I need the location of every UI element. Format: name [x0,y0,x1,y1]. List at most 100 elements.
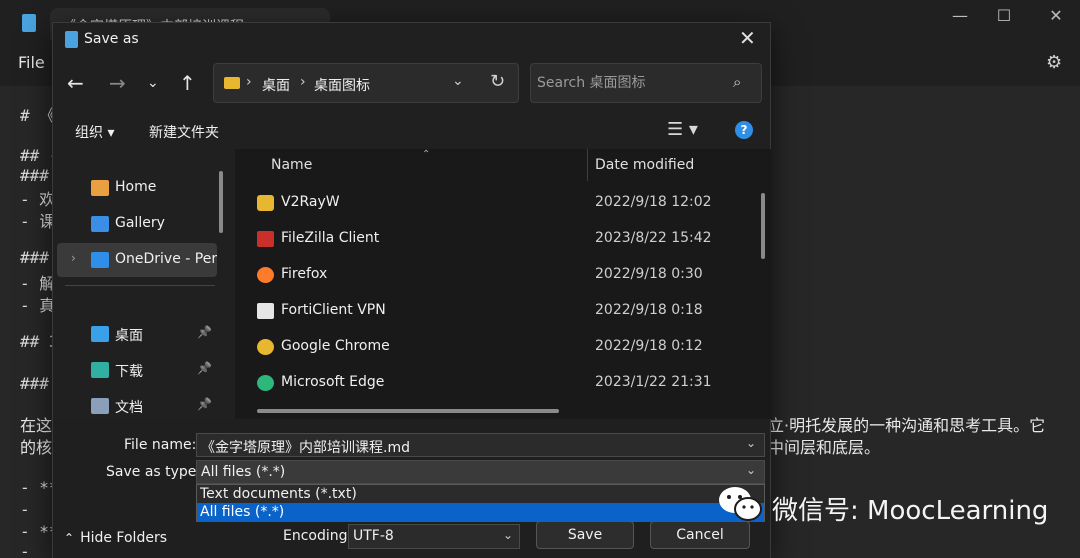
nav-item[interactable]: 下载 📌 [53,353,221,387]
filezilla-icon [257,231,274,247]
nav-item[interactable]: 文档 📌 [53,389,221,419]
editor-line: ### [20,248,49,267]
back-arrow-icon[interactable]: ← [67,71,84,95]
chrome-icon [257,339,274,355]
breadcrumb-desktop-icons[interactable]: 桌面图标 [314,75,370,95]
file-row[interactable]: Google Chrome 2022/9/18 0:12 [235,329,755,365]
breadcrumb-desktop[interactable]: 桌面 [262,75,290,95]
download-icon [91,362,109,378]
desktop-icon [91,326,109,342]
editor-line: - 真 [20,296,56,315]
nav-item-label: 下载 [115,364,143,380]
chevron-up-icon: ⌃ [64,531,75,545]
nav-item-label: Home [115,179,157,195]
editor-line: # 《 [20,106,56,125]
encoding-chevron-icon[interactable]: ⌄ [503,528,513,542]
file-name-chevron-icon[interactable]: ⌄ [746,436,756,450]
nav-item[interactable]: Gallery [53,207,221,241]
file-row[interactable]: Microsoft Edge 2023/1/22 21:31 [235,365,755,401]
save-type-option[interactable]: All files (*.*) [197,503,764,522]
address-history-chevron-icon[interactable]: ⌄ [452,73,464,89]
search-input[interactable] [537,72,727,94]
file-name: Google Chrome [281,338,390,354]
search-box[interactable]: ⌕ [530,63,762,103]
pin-icon[interactable]: 📌 [197,325,212,339]
file-name-value[interactable]: 《金字塔原理》内部培训课程.md [201,440,410,456]
home-icon [91,180,109,196]
save-as-type-label: Save as type: [106,464,202,480]
file-menu[interactable]: File [18,53,45,72]
window-close-icon[interactable]: ✕ [1036,6,1076,28]
up-arrow-icon[interactable]: ↑ [179,71,196,95]
breadcrumb-separator-icon: › [246,74,252,90]
file-name: Firefox [281,266,328,282]
shortcut-file-icon [257,303,274,319]
file-row[interactable]: Firefox 2022/9/18 0:30 [235,257,755,293]
editor-line: - 解 [20,274,56,293]
save-as-type-value: All files (*.*) [201,464,286,480]
notepad-app-icon [22,14,36,32]
nav-item-label: OneDrive - Per [115,251,217,267]
file-row[interactable]: FileZilla Client 2023/8/22 15:42 [235,221,755,257]
forward-arrow-icon[interactable]: → [109,71,126,95]
file-date-modified: 2022/9/18 0:12 [595,338,703,354]
onedrive-icon [91,252,109,268]
documents-icon [91,398,109,414]
file-name: V2RayW [281,194,340,210]
maximize-icon[interactable]: ☐ [984,6,1024,28]
hide-folders-button[interactable]: ⌃ Hide Folders [64,530,167,546]
help-icon[interactable]: ? [735,121,753,139]
editor-line: - [20,542,30,558]
organize-button[interactable]: 组织 ▾ [75,122,114,142]
notepad-small-icon [65,31,78,48]
save-type-option[interactable]: Text documents (*.txt) [197,485,764,504]
minimize-icon[interactable]: — [940,6,980,28]
hide-folders-label: Hide Folders [80,530,167,546]
dialog-titlebar: Save as ✕ [53,23,770,57]
save-as-type-select[interactable]: All files (*.*) ⌄ [196,460,765,484]
file-row[interactable]: FortiClient VPN 2022/9/18 0:18 [235,293,755,329]
encoding-select[interactable]: UTF-8 ⌄ [348,524,520,549]
editor-line: - 欢 [20,190,56,209]
vertical-scrollbar[interactable] [761,193,765,259]
refresh-icon[interactable]: ↻ [490,71,505,92]
view-options-icon[interactable]: ☰ ▾ [667,119,698,140]
nav-item[interactable]: 桌面 📌 [53,317,221,351]
wechat-icon [719,487,762,521]
sort-ascending-icon: ⌃ [422,149,431,160]
encoding-label: Encoding: [283,528,353,544]
pin-icon[interactable]: 📌 [197,397,212,411]
expand-chevron-icon[interactable]: › [71,251,76,265]
file-date-modified: 2023/1/22 21:31 [595,374,712,390]
file-name: FileZilla Client [281,230,380,246]
file-date-modified: 2023/8/22 15:42 [595,230,712,246]
save-as-type-chevron-icon[interactable]: ⌄ [746,463,756,477]
recent-locations-chevron-icon[interactable]: ⌄ [147,75,159,91]
editor-paragraph-right: 立·明托发展的一种沟通和思考工具。它 [768,416,1046,435]
file-list: ⌃ Name Date modified V2RayW 2022/9/18 12:… [235,149,771,419]
search-icon[interactable]: ⌕ [733,73,741,91]
command-bar: 组织 ▾ 新建文件夹 ☰ ▾ ? [53,113,770,149]
file-date-modified: 2022/9/18 12:02 [595,194,712,210]
file-name-field[interactable]: 《金字塔原理》内部培训课程.md ⌄ [196,433,765,457]
column-header-name[interactable]: Name [271,157,312,173]
dialog-close-icon[interactable]: ✕ [739,26,756,50]
dialog-title: Save as [84,31,139,47]
file-name: Microsoft Edge [281,374,385,390]
file-date-modified: 2022/9/18 0:30 [595,266,703,282]
nav-item-label: Gallery [115,215,165,231]
file-row[interactable]: V2RayW 2022/9/18 12:02 [235,185,755,221]
save-button[interactable]: Save [536,521,634,549]
settings-gear-icon[interactable]: ⚙ [1046,52,1062,73]
horizontal-scrollbar[interactable] [257,409,559,413]
new-folder-button[interactable]: 新建文件夹 [149,122,219,142]
column-divider[interactable] [587,149,588,181]
address-bar[interactable]: › 桌面 › 桌面图标 ⌄ ↻ [213,63,519,103]
nav-item[interactable]: › OneDrive - Per [57,243,217,277]
file-name: FortiClient VPN [281,302,386,318]
nav-item[interactable]: Home [53,171,221,205]
editor-paragraph-right: 中间层和底层。 [768,438,881,457]
column-header-date[interactable]: Date modified [595,157,694,173]
nav-item-label: 桌面 [115,328,143,344]
pin-icon[interactable]: 📌 [197,361,212,375]
